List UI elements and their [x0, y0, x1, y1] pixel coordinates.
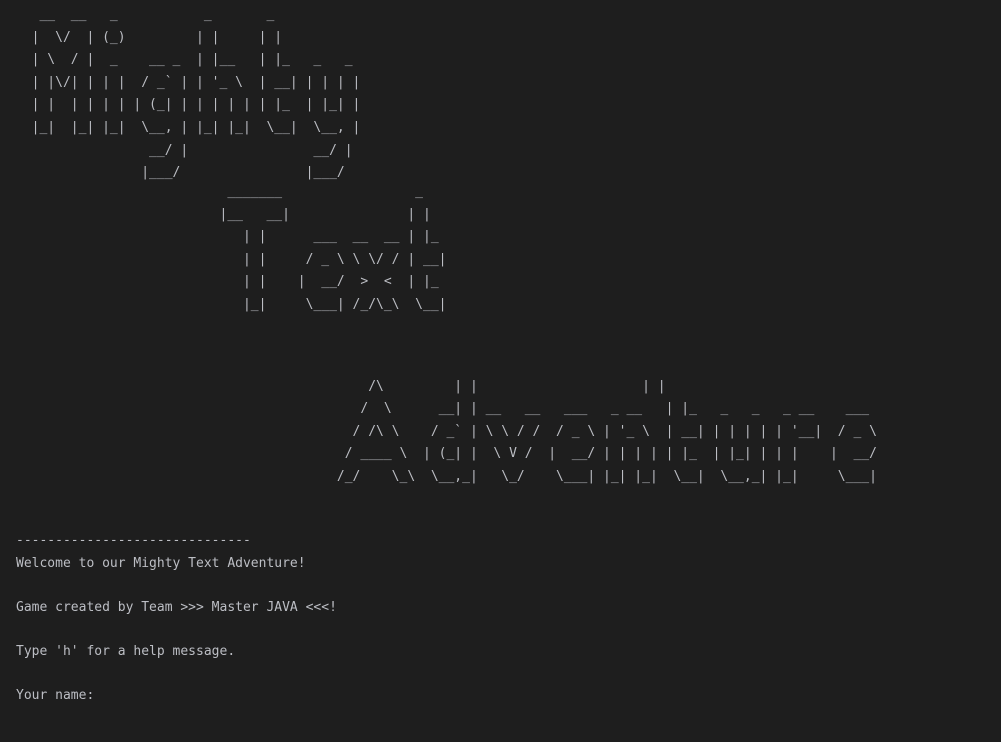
name-prompt-label: Your name:: [16, 688, 103, 703]
name-prompt-row: Your name:: [16, 685, 403, 707]
separator-line: ------------------------------: [16, 533, 251, 548]
ascii-title-adventure: /\ | | | | / \ __| | __ __ ___ _ __ | |_…: [336, 378, 877, 484]
ascii-title-text: _______ _ |__ __| | | | | ___ __ __ | |_…: [219, 184, 447, 312]
terminal-window[interactable]: __ __ _ _ _ | \/ | (_) | | | | | \ / | _…: [0, 0, 1001, 742]
help-hint-message: Type 'h' for a help message.: [16, 644, 236, 659]
welcome-message: Welcome to our Mighty Text Adventure!: [16, 556, 306, 571]
credits-message: Game created by Team >>> Master JAVA <<<…: [16, 600, 337, 615]
ascii-title-mighty: __ __ _ _ _ | \/ | (_) | | | | | \ / | _…: [31, 7, 361, 181]
name-input[interactable]: [102, 685, 403, 707]
